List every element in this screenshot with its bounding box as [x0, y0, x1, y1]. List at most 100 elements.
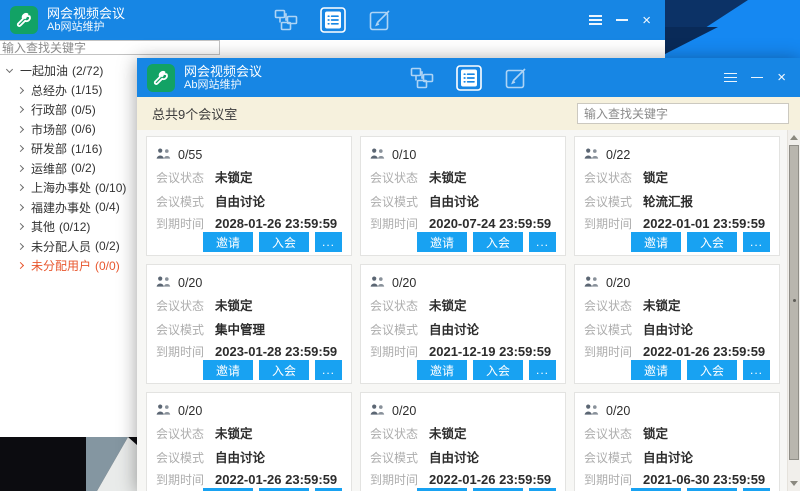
- tree-item-label: 上海办事处: [31, 179, 91, 196]
- tree-item[interactable]: 一起加油(2/72): [0, 61, 137, 81]
- chevron-right-icon[interactable]: [17, 126, 24, 133]
- back-window-controls: ×: [589, 0, 651, 40]
- room-summary-bar: 总共9个会议室: [137, 97, 800, 130]
- mode-value: 自由讨论: [429, 191, 479, 210]
- room-list-icon-selected[interactable]: [456, 65, 482, 91]
- participants-icon: [156, 276, 171, 290]
- tree-item-count: (0/10): [95, 181, 126, 195]
- status-value: 未锁定: [429, 167, 467, 186]
- tree-item-label: 行政部: [31, 101, 67, 118]
- tree-item-label: 未分配人员: [31, 238, 91, 255]
- mode-label: 会议模式: [156, 321, 204, 338]
- chevron-right-icon[interactable]: [17, 184, 24, 191]
- chevron-right-icon[interactable]: [17, 243, 24, 250]
- more-button[interactable]: ...: [315, 360, 342, 380]
- more-button[interactable]: ...: [529, 360, 556, 380]
- room-occupancy: 0/22: [606, 148, 630, 162]
- room-occupancy-row: 0/22: [584, 148, 770, 162]
- room-list-icon-selected[interactable]: [320, 7, 346, 33]
- tree-item[interactable]: 总经办 (1/15): [0, 81, 137, 101]
- status-label: 会议状态: [584, 425, 632, 442]
- org-structure-icon[interactable]: [410, 66, 434, 90]
- invite-button[interactable]: 邀请: [417, 232, 467, 252]
- expire-value: 2021-12-19 23:59:59: [429, 344, 551, 359]
- menu-icon[interactable]: [589, 15, 602, 25]
- join-button[interactable]: 入会: [687, 360, 737, 380]
- tree-item-label: 研发部: [31, 140, 67, 157]
- join-button[interactable]: 入会: [687, 232, 737, 252]
- minimize-icon[interactable]: [751, 77, 763, 79]
- chevron-right-icon[interactable]: [17, 106, 24, 113]
- card-actions: 邀请入会...: [584, 360, 770, 381]
- room-occupancy-row: 0/10: [370, 148, 556, 162]
- chevron-right-icon[interactable]: [17, 87, 24, 94]
- scrollbar-thumb[interactable]: [789, 145, 799, 460]
- close-icon[interactable]: ×: [642, 13, 651, 28]
- close-icon[interactable]: ×: [777, 70, 786, 85]
- status-value: 锁定: [643, 167, 668, 186]
- status-value: 未锁定: [215, 295, 253, 314]
- participants-icon: [370, 148, 385, 162]
- tree-item-count: (0/2): [71, 161, 96, 175]
- chevron-right-icon[interactable]: [17, 204, 24, 211]
- invite-button[interactable]: 邀请: [417, 360, 467, 380]
- invite-button[interactable]: 邀请: [631, 232, 681, 252]
- tree-item[interactable]: 未分配人员(0/2): [0, 237, 137, 257]
- room-occupancy: 0/20: [392, 276, 416, 290]
- edit-room-icon[interactable]: [368, 8, 392, 32]
- front-window: 网会视频会议 Ab网站维护: [137, 58, 800, 491]
- tree-item-label: 总经办: [31, 82, 67, 99]
- app-subtitle: Ab网站维护: [184, 79, 262, 92]
- room-occupancy: 0/20: [392, 404, 416, 418]
- minimize-icon[interactable]: [616, 19, 628, 21]
- edit-room-icon[interactable]: [504, 66, 528, 90]
- join-button[interactable]: 入会: [473, 232, 523, 252]
- menu-icon[interactable]: [724, 73, 737, 83]
- tree-item[interactable]: 福建办事处(0/4): [0, 198, 137, 218]
- tree-item[interactable]: 运维部(0/2): [0, 159, 137, 179]
- tree-item[interactable]: 研发部(1/16): [0, 139, 137, 159]
- chevron-right-icon[interactable]: [17, 223, 24, 230]
- meeting-room-card: Test Room 测试教室0/10会议状态未锁定会议模式自由讨论到期时间202…: [360, 136, 566, 256]
- expire-label: 到期时间: [156, 215, 204, 232]
- scroll-up-icon[interactable]: [790, 135, 798, 140]
- card-actions: 邀请入会...: [156, 360, 342, 381]
- join-button[interactable]: 入会: [259, 232, 309, 252]
- more-button[interactable]: ...: [315, 232, 342, 252]
- join-button[interactable]: 入会: [259, 360, 309, 380]
- invite-button[interactable]: 邀请: [631, 360, 681, 380]
- more-button[interactable]: ...: [529, 232, 556, 252]
- scroll-down-icon[interactable]: [790, 481, 798, 486]
- tree-search-input[interactable]: [0, 40, 220, 55]
- card-actions: 邀请入会...: [370, 232, 556, 253]
- status-label: 会议状态: [370, 297, 418, 314]
- scrollbar[interactable]: [787, 130, 800, 491]
- mode-label: 会议模式: [370, 193, 418, 210]
- chevron-down-icon[interactable]: [6, 66, 13, 73]
- status-value: 未锁定: [215, 423, 253, 442]
- room-occupancy-row: 0/20: [584, 404, 770, 418]
- chevron-right-icon[interactable]: [17, 145, 24, 152]
- status-label: 会议状态: [370, 425, 418, 442]
- room-occupancy-row: 0/20: [370, 276, 556, 290]
- mode-value: 自由讨论: [429, 319, 479, 338]
- org-structure-icon[interactable]: [274, 8, 298, 32]
- invite-button[interactable]: 邀请: [203, 360, 253, 380]
- chevron-right-icon[interactable]: [17, 165, 24, 172]
- invite-button[interactable]: 邀请: [203, 232, 253, 252]
- tree-item[interactable]: 未分配用户(0/0): [0, 256, 137, 276]
- room-search-input[interactable]: [577, 103, 789, 124]
- tree-item-count: (1/15): [71, 83, 102, 97]
- more-button[interactable]: ...: [743, 360, 770, 380]
- mode-label: 会议模式: [156, 449, 204, 466]
- more-button[interactable]: ...: [743, 232, 770, 252]
- back-titlebar: 网会视频会议 Ab网站维护: [0, 0, 665, 40]
- join-button[interactable]: 入会: [473, 360, 523, 380]
- tree-item[interactable]: 行政部(0/5): [0, 100, 137, 120]
- tree-item[interactable]: 市场部(0/6): [0, 120, 137, 140]
- tree-item[interactable]: 上海办事处 (0/10): [0, 178, 137, 198]
- chevron-right-icon[interactable]: [17, 262, 24, 269]
- card-actions: 邀请入会...: [156, 232, 342, 253]
- meeting-room-card: 会议室80/20会议状态未锁定会议模式自由讨论到期时间2022-01-26 23…: [574, 264, 780, 384]
- tree-item[interactable]: 其他(0/12): [0, 217, 137, 237]
